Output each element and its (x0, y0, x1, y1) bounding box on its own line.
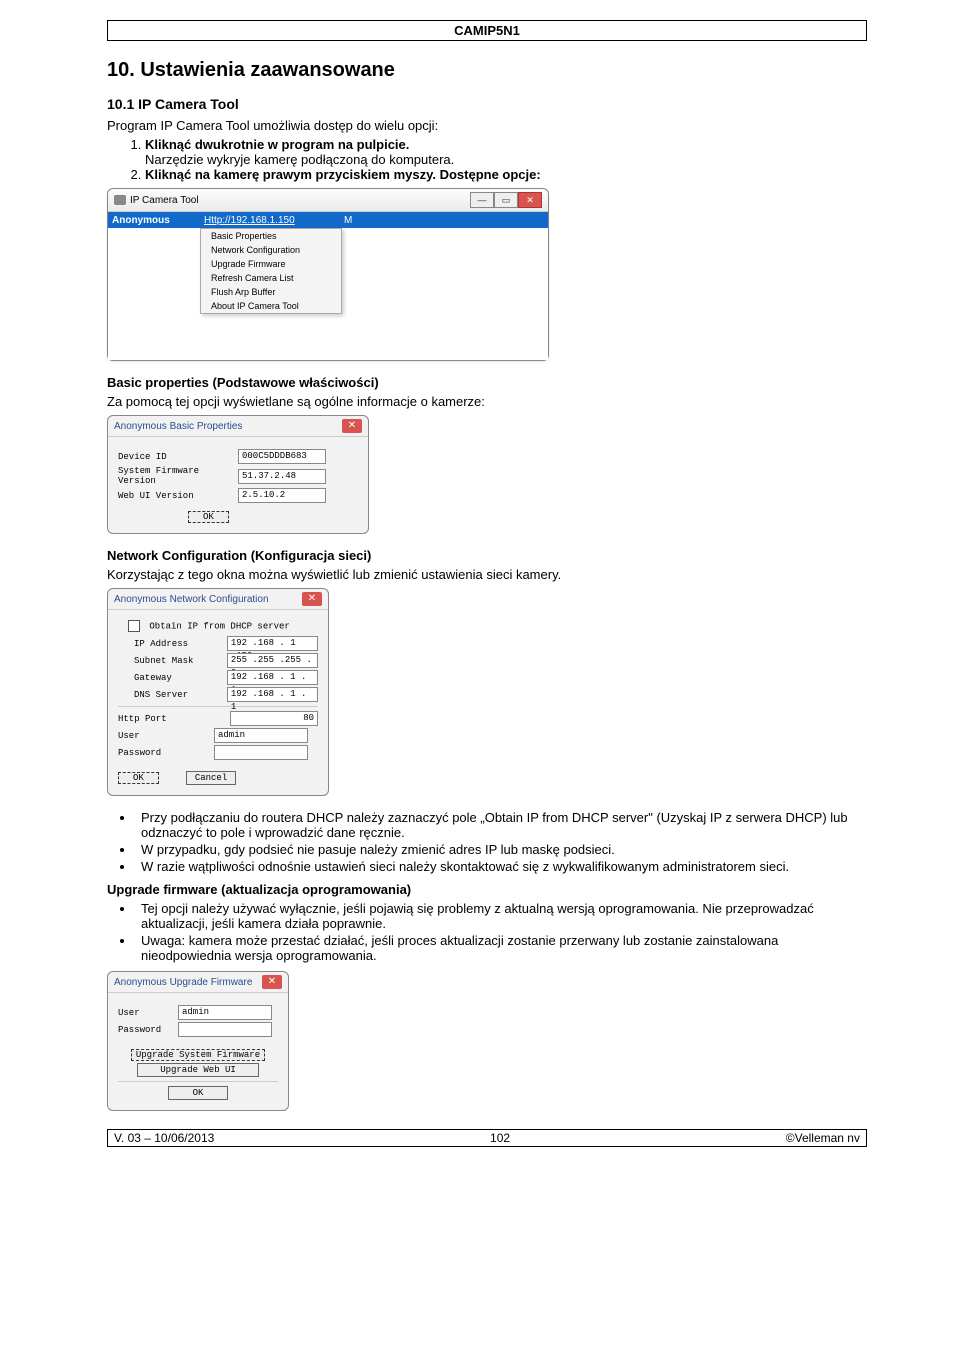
nc-heading: Network Configuration (Konfiguracja siec… (107, 548, 867, 563)
upgrade-firmware-dialog: Anonymous Upgrade Firmware ✕ Useradmin P… (107, 971, 289, 1111)
bp-k-1: System Firmware Version (118, 466, 238, 486)
ctx-basic-properties[interactable]: Basic Properties (201, 229, 341, 243)
intro-text: Program IP Camera Tool umożliwia dostęp … (107, 118, 867, 133)
upgrade-system-firmware-button[interactable]: Upgrade System Firmware (131, 1049, 265, 1061)
user-input[interactable]: admin (214, 728, 308, 743)
bp-dlg-title: Anonymous Basic Properties (114, 421, 242, 432)
password-label: Password (118, 748, 214, 758)
uf-note-0: Tej opcji należy używać wyłącznie, jeśli… (135, 901, 867, 931)
nc-dlg-title: Anonymous Network Configuration (114, 594, 269, 605)
footer-center: 102 (490, 1131, 510, 1145)
uf-note-1: Uwaga: kamera może przestać działać, jeś… (135, 933, 867, 963)
footer-right: ©Velleman nv (786, 1131, 860, 1145)
nc-note-2: W razie wątpliwości odnośnie ustawień si… (135, 859, 867, 874)
dns-server-input[interactable]: 192 .168 . 1 . 1 (227, 687, 318, 702)
nc-note-1: W przypadku, gdy podsieć nie pasuje nale… (135, 842, 867, 857)
ip-address-input[interactable]: 192 .168 . 1 .150 (227, 636, 318, 651)
maximize-button[interactable]: ▭ (494, 192, 518, 208)
dhcp-label: Obtain IP from DHCP server (149, 621, 289, 631)
network-config-dialog: Anonymous Network Configuration ✕ Obtain… (107, 588, 329, 796)
nc-k-2: Gateway (134, 673, 227, 683)
uf-user-label: User (118, 1008, 178, 1018)
bp-heading: Basic properties (Podstawowe właściwości… (107, 375, 867, 390)
camera-row-selected[interactable]: Anonymous Http://192.168.1.150 M (108, 212, 548, 228)
steps-list: Kliknąć dwukrotnie w program na pulpicie… (107, 137, 867, 182)
page-footer: V. 03 – 10/06/2013 102 ©Velleman nv (107, 1129, 867, 1147)
header-product: CAMIP5N1 (107, 20, 867, 41)
uf-user-input[interactable]: admin (178, 1005, 272, 1020)
camera-url: Http://192.168.1.150 (204, 215, 344, 226)
bp-k-0: Device ID (118, 452, 238, 462)
heading-10-1: 10.1 IP Camera Tool (107, 96, 867, 112)
win1-title: IP Camera Tool (130, 195, 199, 206)
step-2-main: Kliknąć na kamerę prawym przyciskiem mys… (145, 167, 541, 182)
bp-desc: Za pomocą tej opcji wyświetlane są ogóln… (107, 394, 867, 409)
uf-heading: Upgrade firmware (aktualizacja oprogramo… (107, 882, 867, 897)
subnet-mask-input[interactable]: 255 .255 .255 . 0 (227, 653, 318, 668)
context-menu: Basic Properties Network Configuration U… (200, 228, 342, 314)
nc-cancel-button[interactable]: Cancel (186, 771, 236, 785)
close-icon[interactable]: ✕ (262, 975, 282, 989)
ctx-network-configuration[interactable]: Network Configuration (201, 243, 341, 257)
uf-notes-list: Tej opcji należy używać wyłącznie, jeśli… (107, 901, 867, 963)
nc-k-0: IP Address (134, 639, 227, 649)
http-port-label: Http Port (118, 714, 187, 724)
ip-camera-tool-window: IP Camera Tool — ▭ ✕ Anonymous Http://19… (107, 188, 549, 361)
close-icon[interactable]: ✕ (302, 592, 322, 606)
upgrade-web-ui-button[interactable]: Upgrade Web UI (137, 1063, 259, 1077)
camera-name: Anonymous (108, 215, 204, 226)
bp-ok-button[interactable]: OK (188, 511, 229, 523)
bp-v-2: 2.5.10.2 (238, 488, 326, 503)
ctx-upgrade-firmware[interactable]: Upgrade Firmware (201, 257, 341, 271)
password-input[interactable] (214, 745, 308, 760)
step-1-main: Kliknąć dwukrotnie w program na pulpicie… (145, 137, 409, 152)
bp-v-0: 000C5DDDB683 (238, 449, 326, 464)
uf-dlg-title: Anonymous Upgrade Firmware (114, 977, 252, 988)
gateway-input[interactable]: 192 .168 . 1 . 1 (227, 670, 318, 685)
bp-k-2: Web UI Version (118, 491, 238, 501)
dhcp-checkbox[interactable] (128, 620, 140, 632)
footer-left: V. 03 – 10/06/2013 (114, 1131, 214, 1145)
nc-k-3: DNS Server (134, 690, 227, 700)
basic-properties-dialog: Anonymous Basic Properties ✕ Device ID00… (107, 415, 369, 534)
nc-ok-button[interactable]: OK (118, 772, 159, 784)
close-button[interactable]: ✕ (518, 192, 542, 208)
user-label: User (118, 731, 214, 741)
camera-app-icon (114, 195, 126, 205)
ctx-about[interactable]: About IP Camera Tool (201, 299, 341, 313)
ctx-flush-arp-buffer[interactable]: Flush Arp Buffer (201, 285, 341, 299)
camera-marker: M (344, 215, 364, 226)
nc-k-1: Subnet Mask (134, 656, 227, 666)
nc-desc: Korzystając z tego okna można wyświetlić… (107, 567, 867, 582)
uf-pass-input[interactable] (178, 1022, 272, 1037)
uf-pass-label: Password (118, 1025, 178, 1035)
step-1-sub: Narzędzie wykryje kamerę podłączoną do k… (145, 152, 454, 167)
nc-note-0: Przy podłączaniu do routera DHCP należy … (135, 810, 867, 840)
http-port-input[interactable]: 80 (230, 711, 318, 726)
heading-10: 10. Ustawienia zaawansowane (107, 59, 867, 82)
minimize-button[interactable]: — (470, 192, 494, 208)
uf-ok-button[interactable]: OK (168, 1086, 229, 1100)
bp-v-1: 51.37.2.48 (238, 469, 326, 484)
close-icon[interactable]: ✕ (342, 419, 362, 433)
nc-notes-list: Przy podłączaniu do routera DHCP należy … (107, 810, 867, 874)
ctx-refresh-camera-list[interactable]: Refresh Camera List (201, 271, 341, 285)
